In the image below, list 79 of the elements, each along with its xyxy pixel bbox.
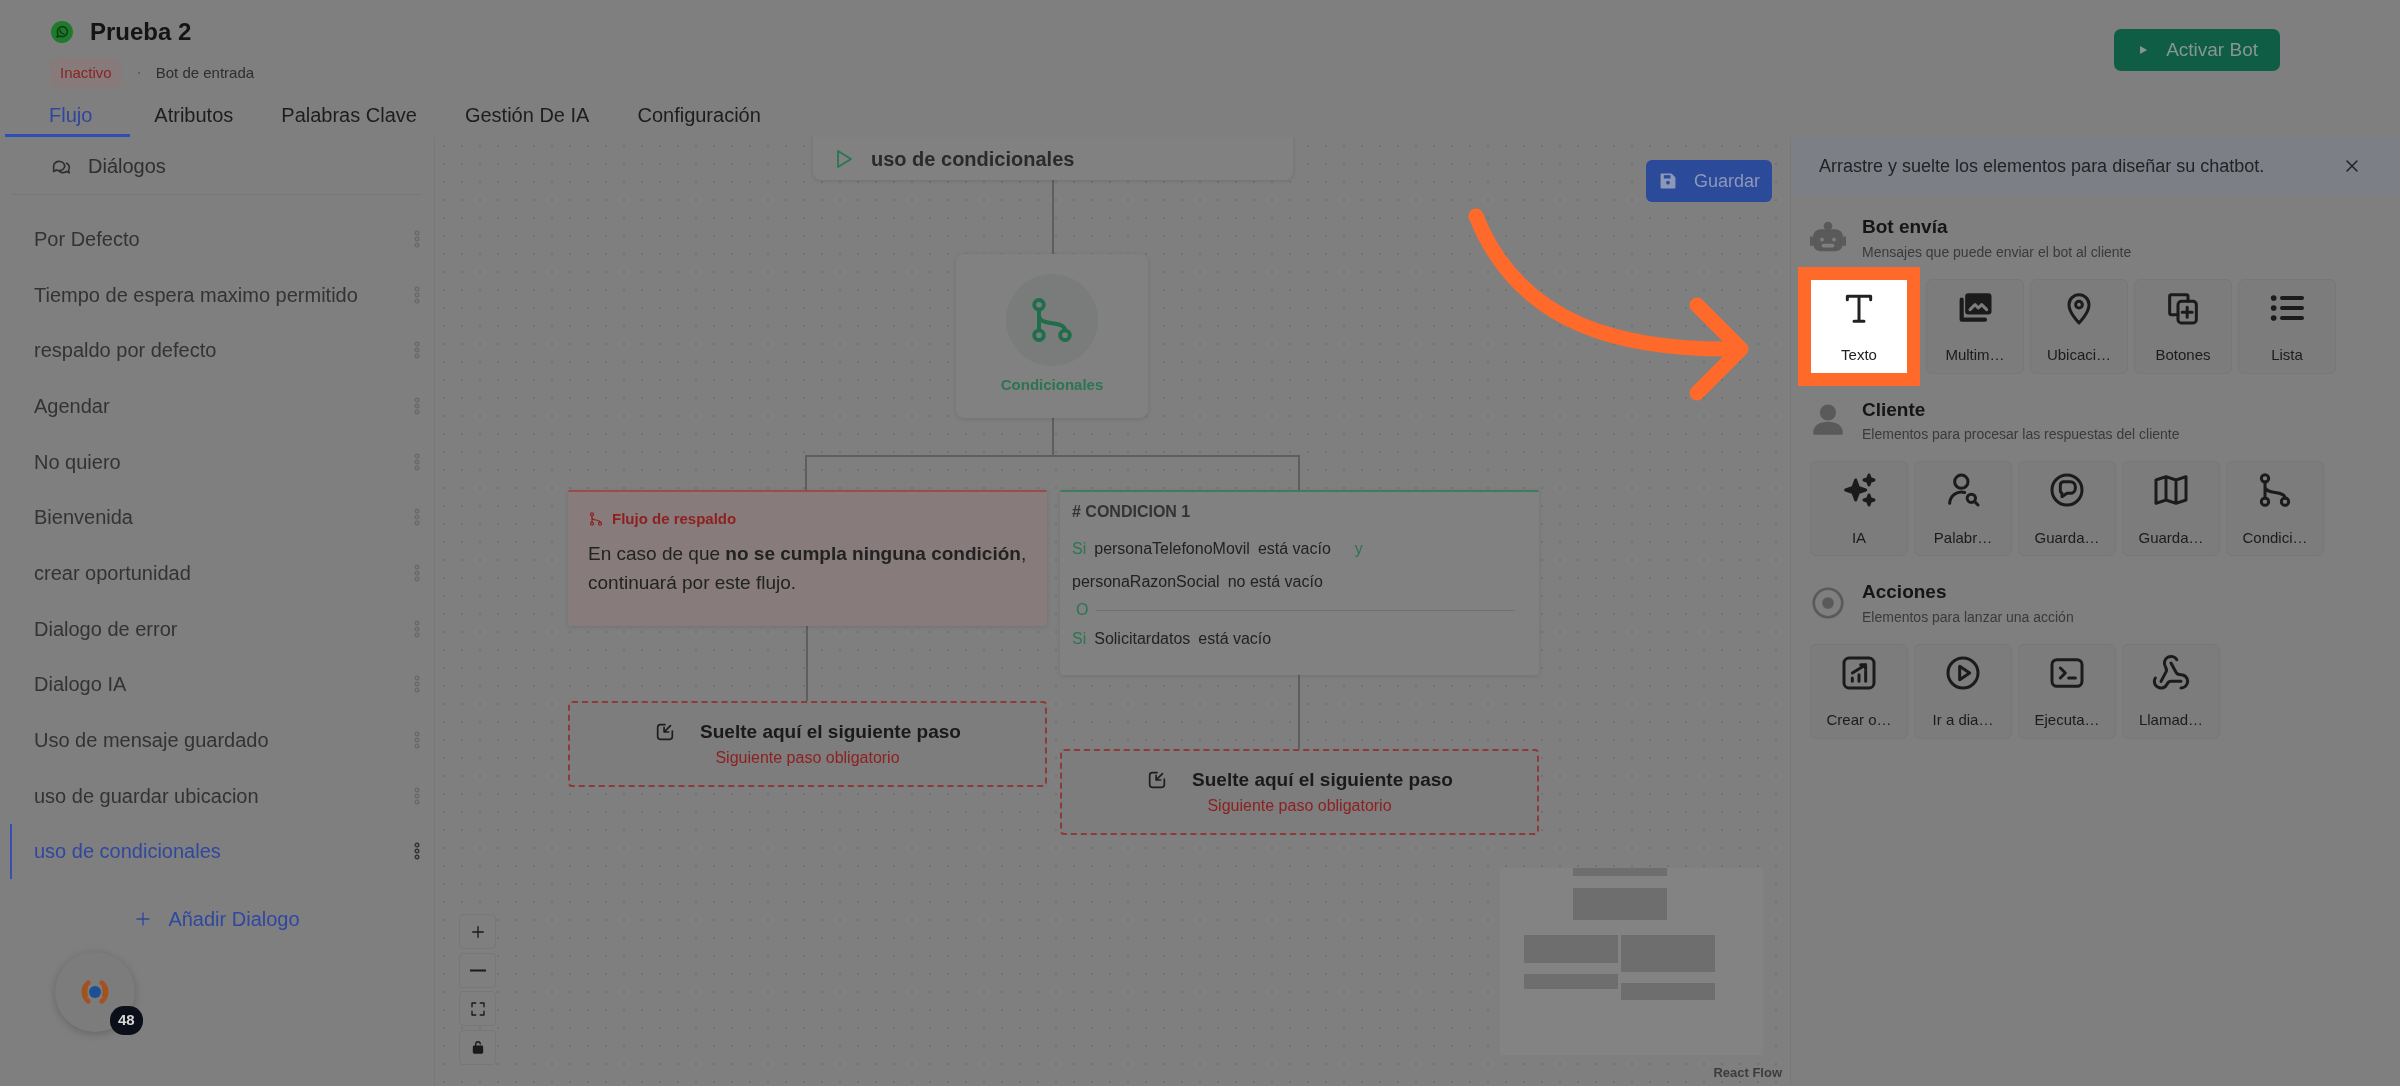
minus-icon xyxy=(468,968,487,972)
palette-item[interactable]: Texto xyxy=(1798,266,1920,386)
drop-zone-title: Suelte aquí el siguiente paso xyxy=(1192,767,1453,792)
drop-zone-note: Siguiente paso obligatorio xyxy=(715,748,900,769)
webhook-icon xyxy=(2151,652,2191,693)
dialog-item[interactable]: No quiero xyxy=(10,433,434,490)
section-subtitle: Mensajes que puede enviar el bot al cliente xyxy=(1862,242,2132,262)
dialog-item[interactable]: respaldo por defecto xyxy=(10,322,434,379)
dialog-item[interactable]: Dialogo IA xyxy=(10,656,434,713)
plus-icon xyxy=(134,910,153,929)
dialog-item[interactable]: crear oportunidad xyxy=(10,545,434,601)
palette-item[interactable]: Llamad… xyxy=(2122,643,2220,739)
zoom-out-button[interactable] xyxy=(459,952,496,988)
tab[interactable]: Atributos xyxy=(130,95,258,137)
palette-item[interactable]: Palabr… xyxy=(1914,461,2012,556)
save-button[interactable]: Guardar xyxy=(1646,160,1772,202)
tab[interactable]: Palabras Clave xyxy=(257,95,441,137)
section-subtitle: Elementos para procesar las respuestas del cliente xyxy=(1862,425,2180,444)
dialog-item[interactable]: Tiempo de espera maximo permitido xyxy=(10,266,434,323)
condition-keyword: y xyxy=(1354,538,1363,559)
add-dialog-button[interactable]: Añadir Dialogo xyxy=(128,903,306,936)
condition-keyword: Si xyxy=(1072,538,1087,559)
drop-zone[interactable]: Suelte aquí el siguiente paso Siguiente paso obligatorio xyxy=(568,701,1047,787)
notification-count: 48 xyxy=(110,1006,143,1035)
dialog-item[interactable]: Agendar xyxy=(10,378,434,434)
palette-hint: Arrastre y suelte los elementos para diseñar su chatbot. xyxy=(1819,154,2265,178)
condition-title: # CONDICION 1 xyxy=(1072,502,1192,522)
palette-item[interactable]: Lista xyxy=(2238,278,2336,374)
palette-item[interactable]: Guarda… xyxy=(2122,461,2220,556)
drop-zone-title: Suelte aquí el siguiente paso xyxy=(700,719,961,744)
activate-bot-button[interactable]: Activar Bot xyxy=(2114,29,2280,71)
lock-button[interactable] xyxy=(459,1029,496,1065)
dialogs-heading: Diálogos xyxy=(88,153,166,179)
dialog-item[interactable]: uso de guardar ubicacion xyxy=(10,767,434,824)
condition-operator: está vacío xyxy=(1257,538,1331,559)
or-separator: O xyxy=(1075,600,1089,620)
section-title: Acciones xyxy=(1862,580,1948,604)
dialog-item[interactable]: Dialogo de error xyxy=(10,600,434,657)
drop-zone-note: Siguiente paso obligatorio xyxy=(1207,796,1392,817)
dialog-item[interactable]: Por Defecto xyxy=(10,211,434,267)
condition-operator: está vacío xyxy=(1198,628,1272,649)
palette-item[interactable]: IA xyxy=(1810,461,1908,556)
section-subtitle: Elementos para lanzar una acción xyxy=(1862,607,2074,627)
attribute-name: personaRazonSocial xyxy=(1072,571,1220,592)
palette-item[interactable]: Guarda… xyxy=(2018,461,2116,556)
fit-view-button[interactable] xyxy=(459,991,496,1026)
node-title: uso de condicionales xyxy=(871,146,1075,172)
dialog-item[interactable]: Bienvenida xyxy=(10,489,434,546)
node-label: Condicionales xyxy=(1000,375,1104,395)
condition-keyword: Si xyxy=(1072,628,1087,649)
bot-type: Bot de entrada xyxy=(155,63,255,83)
branch-icon xyxy=(588,511,604,528)
zoom-in-button[interactable] xyxy=(459,914,496,949)
attribute-name: Solicitardatos xyxy=(1094,628,1191,649)
status-badge: Inactivo xyxy=(50,58,122,89)
palette-item[interactable]: Ejecuta… xyxy=(2018,643,2116,739)
palette-item[interactable]: Crear o… xyxy=(1810,643,1908,739)
palette-item[interactable]: Condici… xyxy=(2226,461,2324,556)
drop-zone[interactable]: Suelte aquí el siguiente paso Siguiente paso obligatorio xyxy=(1060,749,1539,835)
tab[interactable]: Gestión De IA xyxy=(440,95,614,137)
section-title: Cliente xyxy=(1862,397,1927,422)
section-title: Bot envía xyxy=(1862,215,1949,239)
tab[interactable]: Flujo xyxy=(5,95,131,137)
palette-item[interactable]: Ir a dia… xyxy=(1914,643,2012,739)
palette-item[interactable]: Multim… xyxy=(1926,278,2024,374)
condition-operator: no está vacío xyxy=(1227,571,1323,592)
whatsapp-icon xyxy=(50,20,74,44)
fullscreen-icon xyxy=(468,999,487,1018)
palette-item[interactable]: Ubicaci… xyxy=(2030,278,2128,374)
tab[interactable]: Configuración xyxy=(613,95,785,137)
fallback-title: Flujo de respaldo xyxy=(612,509,737,529)
target-icon xyxy=(1810,584,1846,621)
fallback-text: En caso de que no se cumpla ninguna condición, continuará por este flujo. xyxy=(588,541,1027,595)
dialog-item[interactable]: Uso de mensaje guardado xyxy=(10,712,434,768)
attribution-link[interactable]: React Flow xyxy=(1713,1062,1782,1082)
kebab-icon xyxy=(414,842,420,861)
palette-item[interactable]: Botones xyxy=(2134,278,2232,374)
attribute-name: personaTelefonoMovil xyxy=(1094,538,1250,559)
bot-title: Prueba 2 xyxy=(90,17,192,47)
